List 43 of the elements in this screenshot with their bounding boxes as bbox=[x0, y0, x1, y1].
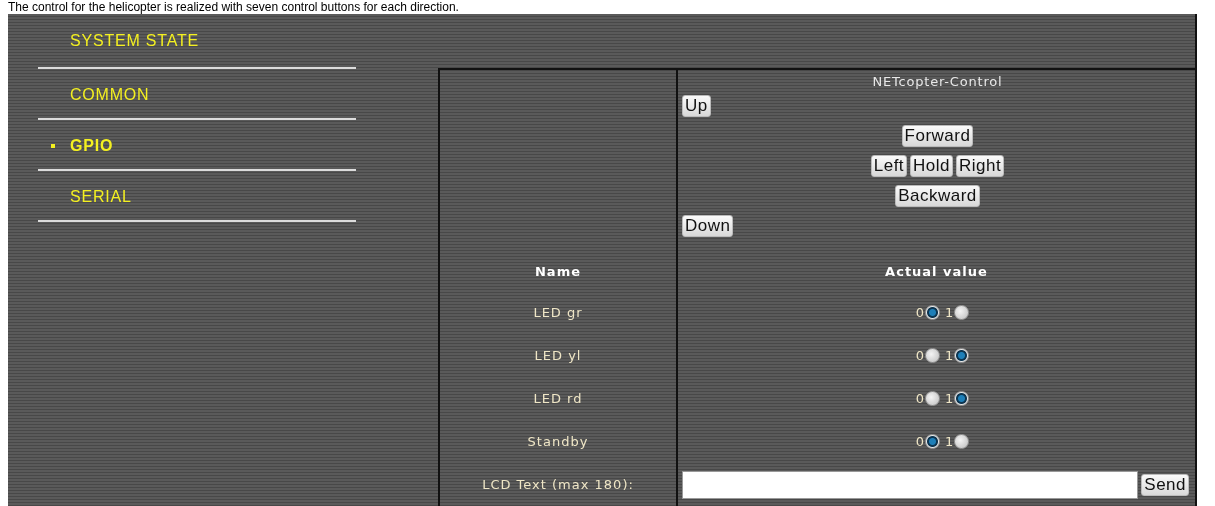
lcd-text-field[interactable] bbox=[682, 470, 1139, 499]
option-label: 0 bbox=[915, 305, 925, 320]
direction-button[interactable]: Right bbox=[956, 155, 1005, 177]
gpio-name: LED yl bbox=[534, 348, 582, 363]
bullet-icon bbox=[51, 143, 55, 148]
option-label: 0 bbox=[915, 348, 925, 363]
direction-button[interactable]: Forward bbox=[901, 125, 974, 147]
radio-button[interactable] bbox=[925, 305, 940, 320]
option-label: 0 bbox=[915, 434, 925, 449]
option-label: 1 bbox=[945, 305, 955, 320]
direction-button[interactable]: Up bbox=[682, 95, 711, 117]
radio-button[interactable] bbox=[954, 305, 970, 320]
gpio-name: Standby bbox=[527, 434, 589, 449]
gpio-name: LED rd bbox=[533, 391, 583, 406]
column-header: Actual value bbox=[885, 263, 988, 279]
sidebar-label: GPIO bbox=[70, 136, 114, 155]
direction-button[interactable]: Down bbox=[682, 215, 734, 237]
radio-button[interactable] bbox=[925, 348, 940, 363]
sidebar-label: SYSTEM STATE bbox=[70, 31, 200, 50]
radio-button[interactable] bbox=[954, 391, 970, 406]
sidebar-label: COMMON bbox=[70, 85, 150, 104]
option-label: 1 bbox=[945, 348, 955, 363]
direction-button[interactable]: Backward bbox=[895, 185, 980, 207]
radio-button[interactable] bbox=[954, 348, 970, 363]
lcd-label: LCD Text (max 180): bbox=[482, 477, 634, 492]
control-title: NETcopter-Control bbox=[871, 74, 1004, 89]
caption-text: The control for the helicopter is realized with seven control buttons for each direction. bbox=[8, 0, 460, 14]
sidebar-item[interactable]: SYSTEM STATE bbox=[38, 14, 356, 69]
send-button[interactable]: Send bbox=[1141, 473, 1189, 496]
column-header: Name bbox=[535, 263, 581, 279]
sidebar-label: SERIAL bbox=[70, 187, 132, 206]
gpio-name: LED gr bbox=[533, 305, 583, 320]
radio-button[interactable] bbox=[954, 434, 970, 449]
direction-button[interactable]: Left bbox=[870, 155, 908, 177]
radio-button[interactable] bbox=[925, 434, 940, 449]
sidebar-item[interactable]: GPIO bbox=[38, 120, 356, 171]
sidebar-item[interactable]: SERIAL bbox=[38, 171, 356, 222]
sidebar-item[interactable]: COMMON bbox=[38, 69, 356, 120]
option-label: 1 bbox=[945, 391, 955, 406]
direction-button[interactable]: Hold bbox=[910, 155, 954, 177]
radio-button[interactable] bbox=[925, 391, 940, 406]
option-label: 0 bbox=[915, 391, 925, 406]
option-label: 1 bbox=[945, 434, 955, 449]
